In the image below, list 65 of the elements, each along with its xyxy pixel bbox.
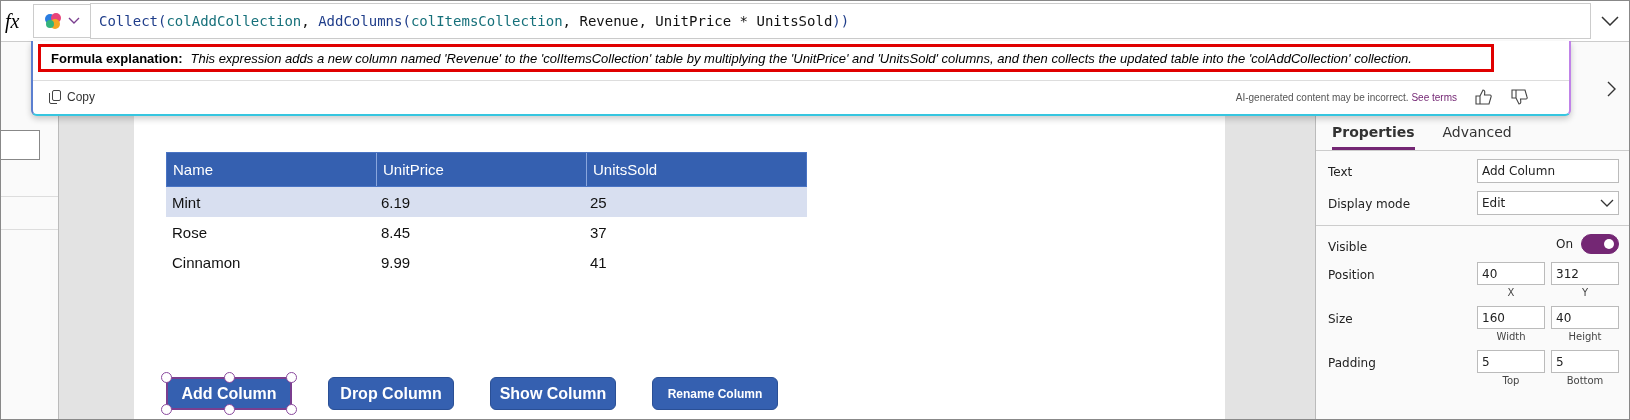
panel-tab[interactable]: Properties <box>1332 124 1415 150</box>
resize-handle[interactable] <box>286 404 297 415</box>
field-caption: Y <box>1581 287 1589 298</box>
property-label: Text <box>1328 164 1353 179</box>
resize-handle[interactable] <box>161 404 172 415</box>
field-caption: Height <box>1568 331 1602 342</box>
disclaimer-text: AI-generated content may be incorrect. See terms <box>1235 91 1457 103</box>
number-field[interactable]: 5 <box>1551 350 1619 373</box>
panel-tab[interactable]: Advanced <box>1442 124 1512 150</box>
number-field[interactable]: 40 <box>1551 306 1619 329</box>
table-cell-text: 9.99 <box>380 253 412 271</box>
toggle-label: On <box>1555 237 1573 251</box>
property-label: Display mode <box>1328 196 1411 211</box>
chevron-down-icon[interactable] <box>1600 199 1614 207</box>
table-cell-text: 6.19 <box>380 193 412 211</box>
caret-icon[interactable] <box>68 17 80 25</box>
copy-icon[interactable] <box>49 90 61 104</box>
property-label: Size <box>1328 311 1353 326</box>
resize-handle[interactable] <box>224 372 235 383</box>
terms-link[interactable]: See terms <box>1411 91 1457 103</box>
formula-input[interactable]: Collect(colAddCollection, AddColumns(colItemsCollection, Revenue, UnitPrice * UnitsSold)) <box>90 3 1591 39</box>
canvas-button[interactable]: Drop Column <box>328 377 454 410</box>
number-field[interactable]: 40 <box>1477 262 1545 285</box>
table-cell-text: 25 <box>589 193 608 211</box>
property-label: Padding <box>1328 355 1376 370</box>
explanation-text: Formula explanation: This expression adds a new column named 'Revenue' to the 'colItemsCollection' table by multiplying the 'UnitPrice' and 'UnitsSold' columns, and then collects the updated table into the 'colAddCollection' collection. <box>51 50 1412 66</box>
copilot-button[interactable] <box>33 4 90 38</box>
field-caption: Bottom <box>1566 375 1604 386</box>
property-label: Position <box>1328 267 1375 282</box>
display-mode-dropdown[interactable]: Edit <box>1477 191 1619 215</box>
canvas-button[interactable]: Add Column <box>166 377 292 410</box>
number-field[interactable]: 160 <box>1477 306 1545 329</box>
table-cell-text: Rose <box>171 223 209 241</box>
chevron-down-icon[interactable] <box>1601 16 1619 26</box>
input-field[interactable] <box>1 130 40 160</box>
visible-toggle[interactable] <box>1581 234 1619 254</box>
field-caption: Top <box>1502 375 1520 386</box>
chevron-right-icon[interactable] <box>1607 81 1617 97</box>
column-header: UnitPrice <box>377 153 587 186</box>
table-cell-text: Cinnamon <box>171 253 242 271</box>
table-cell-text: 37 <box>589 223 608 241</box>
resize-handle[interactable] <box>224 404 235 415</box>
field-caption: Width <box>1496 331 1526 342</box>
resize-handle[interactable] <box>286 372 297 383</box>
copy-button[interactable]: Copy <box>43 89 101 105</box>
copilot-logo-icon[interactable] <box>44 12 62 30</box>
table-row[interactable]: Rose 8.45 37 <box>166 217 807 247</box>
canvas-button[interactable]: Show Column <box>490 377 616 410</box>
thumbs-up-icon[interactable] <box>1475 88 1493 106</box>
thumbs-down-icon[interactable] <box>1511 88 1529 106</box>
property-label: Visible <box>1328 239 1368 254</box>
number-field[interactable]: 312 <box>1551 262 1619 285</box>
table-cell-text: 41 <box>589 253 608 271</box>
number-field[interactable]: 5 <box>1477 350 1545 373</box>
column-header: UnitsSold <box>592 160 659 180</box>
canvas-button[interactable]: Rename Column <box>652 377 778 410</box>
table-cell-text: Mint <box>171 193 202 211</box>
table-row[interactable]: Mint 6.19 25 <box>166 187 807 217</box>
column-header: Name <box>167 153 377 186</box>
text-field[interactable]: Add Column <box>1477 159 1619 183</box>
table-row[interactable]: Cinnamon 9.99 41 <box>166 247 807 277</box>
table-cell-text: 8.45 <box>380 223 412 241</box>
field-caption: X <box>1507 287 1515 298</box>
fx-label: fx <box>4 9 21 33</box>
resize-handle[interactable] <box>161 372 172 383</box>
